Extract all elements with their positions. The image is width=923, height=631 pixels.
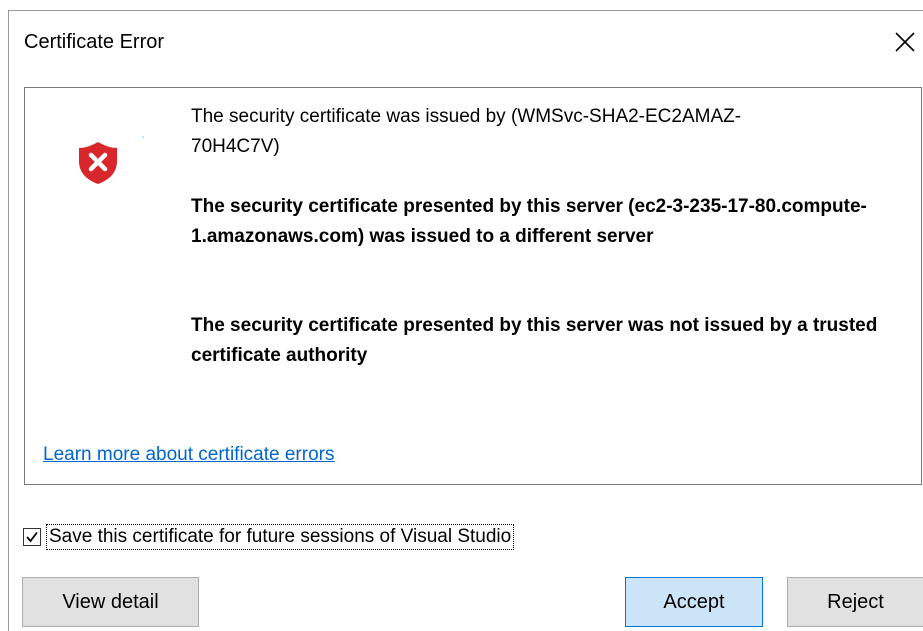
issued-by-message: The security certificate was issued by (…: [191, 106, 742, 157]
different-server-message: The security certificate presented by th…: [191, 196, 867, 247]
dialog-title: Certificate Error: [24, 31, 165, 53]
untrusted-authority-message: The security certificate presented by th…: [191, 315, 878, 366]
close-button[interactable]: [889, 26, 921, 58]
save-certificate-checkbox[interactable]: [23, 528, 41, 546]
save-certificate-option[interactable]: Save this certificate for future session…: [23, 523, 515, 551]
shield-error-icon: [78, 141, 118, 185]
message-panel: The security certificate was issued by (…: [24, 87, 922, 485]
close-icon: [895, 32, 915, 52]
title-bar: Certificate Error: [9, 11, 923, 75]
check-icon: [26, 531, 38, 543]
accept-button[interactable]: Accept: [625, 577, 763, 627]
certificate-error-dialog: Certificate Error The security certifica…: [8, 10, 923, 631]
decorative-dot: [142, 136, 144, 138]
save-certificate-label[interactable]: Save this certificate for future session…: [46, 524, 515, 550]
view-detail-button[interactable]: View detail: [22, 577, 199, 627]
reject-button[interactable]: Reject: [787, 577, 923, 627]
learn-more-link[interactable]: Learn more about certificate errors: [43, 444, 334, 466]
